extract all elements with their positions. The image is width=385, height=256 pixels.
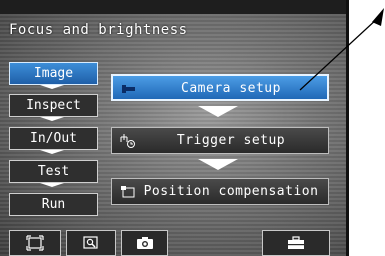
callout-pointer-icon xyxy=(299,8,384,91)
